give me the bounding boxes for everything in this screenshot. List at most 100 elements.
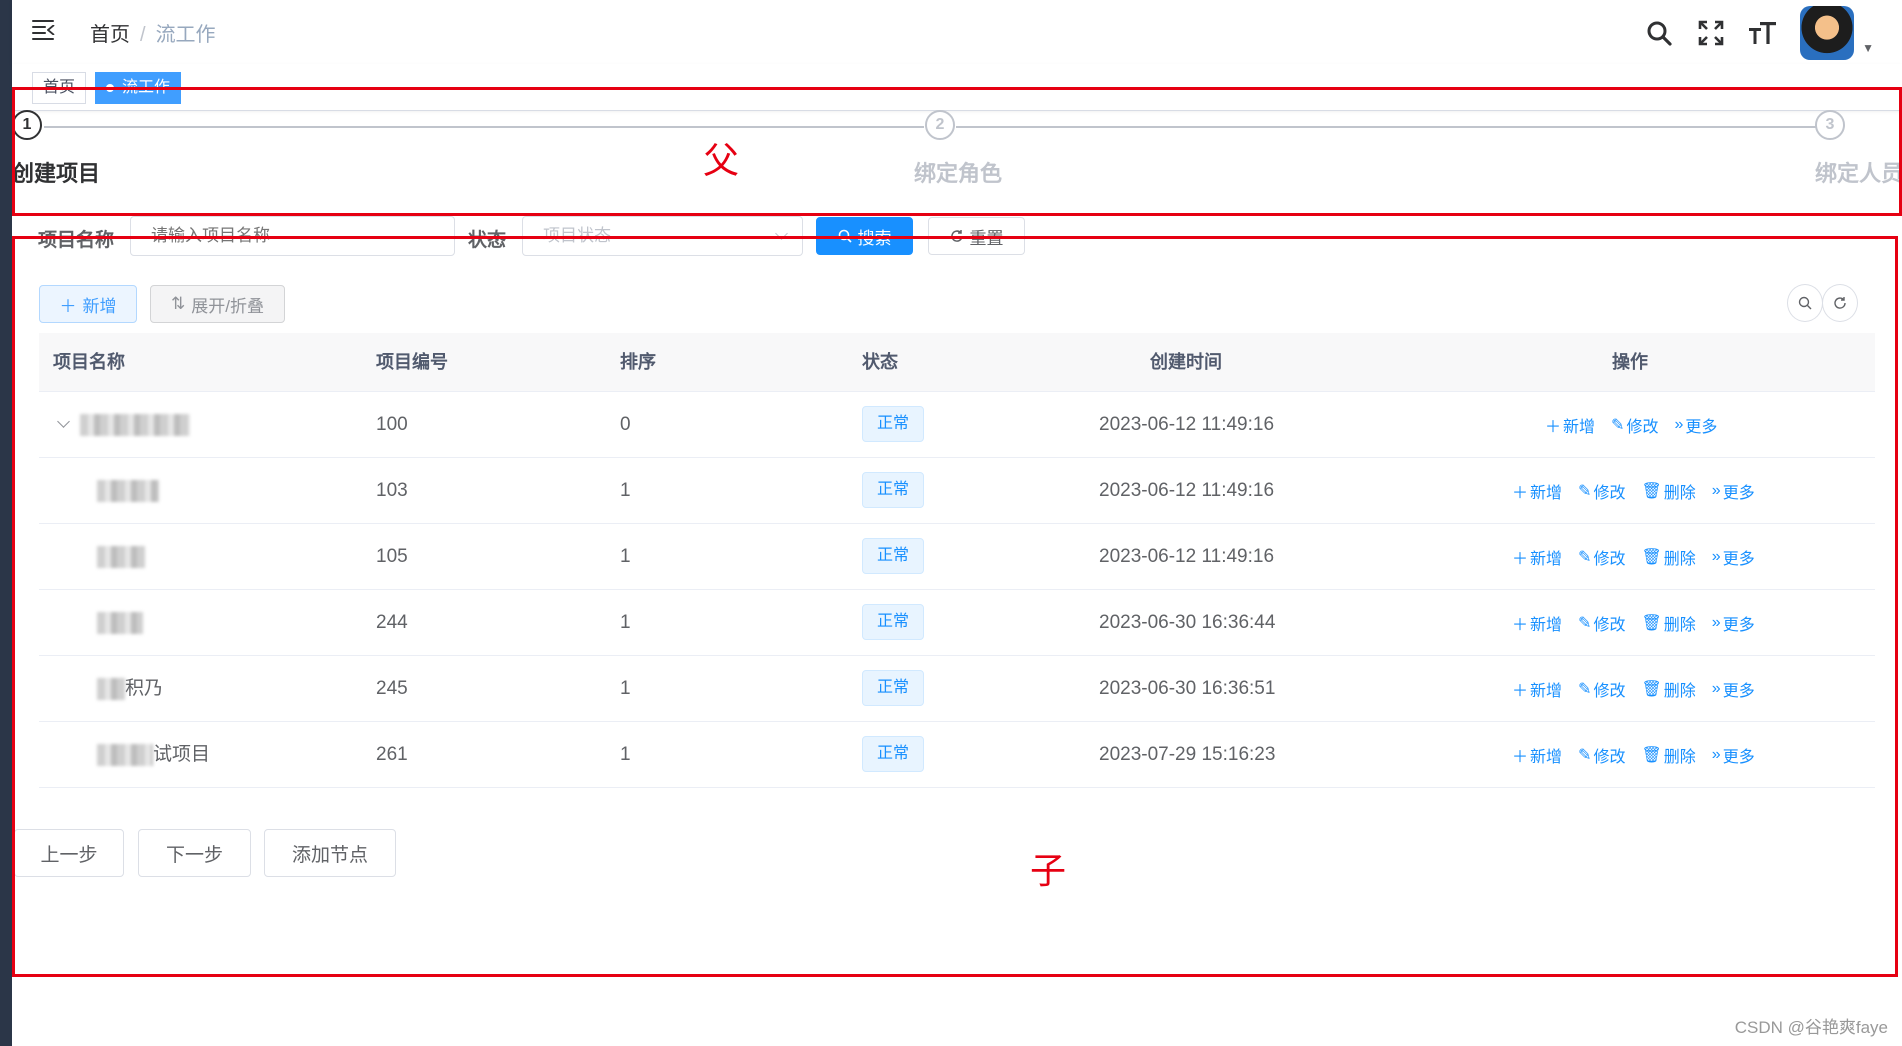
step-3-number: 3 xyxy=(1815,110,1845,140)
cell-created: 2023-06-30 16:36:44 xyxy=(1099,612,1276,633)
font-size-icon[interactable] xyxy=(1748,18,1778,48)
prev-step-button[interactable]: 上一步 xyxy=(14,829,124,877)
watermark: CSDN @谷艳爽faye xyxy=(1734,1018,1888,1037)
row-more-action[interactable]: » 更多 xyxy=(1674,413,1717,437)
row-add-label: 新增 xyxy=(1563,418,1596,436)
expand-button-label: 展开/折叠 xyxy=(191,296,264,316)
reset-button[interactable]: 重置 xyxy=(928,217,1025,255)
row-delete-action[interactable]: 🗑︎ 删除 xyxy=(1641,611,1695,635)
row-more-action[interactable]: » 更多 xyxy=(1712,611,1755,635)
toggle-search-button[interactable] xyxy=(1787,284,1823,322)
double-right-icon: » xyxy=(1711,613,1721,631)
breadcrumb: 首页 / 流工作 xyxy=(90,18,216,47)
row-edit-action[interactable]: ✎ 修改 xyxy=(1578,479,1625,503)
row-add-action[interactable]: ＋新增 xyxy=(1512,611,1562,635)
chevron-down-icon[interactable] xyxy=(57,415,70,429)
status-badge: 正常 xyxy=(862,736,925,772)
table-header: 项目名称 项目编号 排序 状态 创建时间 操作 xyxy=(39,333,1875,392)
tag-active[interactable]: 流工作 xyxy=(95,72,182,104)
cell-name xyxy=(97,458,159,523)
row-add-action[interactable]: ＋新增 xyxy=(1512,545,1562,569)
step-2-number: 2 xyxy=(925,110,955,140)
redacted-name xyxy=(80,413,190,436)
next-step-button[interactable]: 下一步 xyxy=(138,829,251,877)
step-3-title: 绑定人员 xyxy=(1815,161,1902,186)
row-edit-label: 修改 xyxy=(1593,550,1626,568)
row-delete-label: 删除 xyxy=(1663,616,1696,634)
cell-number: 244 xyxy=(376,612,408,633)
add-node-button[interactable]: 添加节点 xyxy=(264,829,396,877)
redacted-name xyxy=(97,677,125,700)
delete-icon: 🗑︎ xyxy=(1641,680,1662,698)
breadcrumb-current: 流工作 xyxy=(155,24,216,46)
row-add-label: 新增 xyxy=(1530,616,1563,634)
row-add-action[interactable]: ＋新增 xyxy=(1512,479,1562,503)
avatar[interactable] xyxy=(1800,6,1855,60)
row-edit-label: 修改 xyxy=(1593,682,1626,700)
menu-fold-icon[interactable] xyxy=(32,20,56,40)
expand-collapse-button[interactable]: ⇅ 展开/折叠 xyxy=(150,285,285,323)
refresh-button[interactable] xyxy=(1822,284,1858,322)
child-annotation-label: 子 xyxy=(1030,851,1067,892)
row-edit-action[interactable]: ✎ 修改 xyxy=(1578,545,1625,569)
cell-actions: ＋新增 ✎ 修改 » 更多 xyxy=(1545,392,1717,457)
cell-actions: ＋新增 ✎ 修改 🗑︎ 删除 » 更多 xyxy=(1512,656,1755,721)
cell-created: 2023-06-30 16:36:51 xyxy=(1099,678,1276,699)
tags-view: 首页 流工作 xyxy=(12,64,1902,111)
status-badge: 正常 xyxy=(862,604,925,640)
row-edit-label: 修改 xyxy=(1593,748,1626,766)
delete-icon: 🗑︎ xyxy=(1641,482,1662,500)
column-header-name: 项目名称 xyxy=(53,352,125,372)
row-more-action[interactable]: » 更多 xyxy=(1712,743,1755,767)
cell-name: 积乃 xyxy=(97,656,163,721)
status-select[interactable]: 项目状态 xyxy=(522,216,803,256)
row-more-label: 更多 xyxy=(1722,682,1755,700)
status-badge: 正常 xyxy=(862,406,925,442)
plus-icon: ＋ xyxy=(1512,682,1529,700)
row-edit-action[interactable]: ✎ 修改 xyxy=(1578,743,1625,767)
row-add-action[interactable]: ＋新增 xyxy=(1545,413,1595,437)
search-icon[interactable] xyxy=(1644,18,1674,48)
row-more-label: 更多 xyxy=(1722,748,1755,766)
row-more-action[interactable]: » 更多 xyxy=(1712,677,1755,701)
add-button[interactable]: ＋ 新增 xyxy=(39,285,137,323)
fullscreen-icon[interactable] xyxy=(1696,18,1726,48)
row-edit-action[interactable]: ✎ 修改 xyxy=(1578,611,1625,635)
double-right-icon: » xyxy=(1711,745,1721,763)
plus-icon: ＋ xyxy=(1512,616,1529,634)
cell-number: 100 xyxy=(376,414,408,435)
tag-home[interactable]: 首页 xyxy=(32,72,87,104)
redacted-name xyxy=(97,611,143,634)
row-edit-label: 修改 xyxy=(1626,418,1659,436)
table-row: 103 1 正常 2023-06-12 11:49:16 ＋新增 ✎ 修改 🗑︎ 删除 » 更多 xyxy=(39,458,1875,524)
row-add-action[interactable]: ＋新增 xyxy=(1512,743,1562,767)
row-more-action[interactable]: » 更多 xyxy=(1712,545,1755,569)
project-name-input[interactable] xyxy=(130,216,455,256)
cell-sort: 1 xyxy=(620,612,631,633)
row-delete-action[interactable]: 🗑︎ 删除 xyxy=(1641,545,1695,569)
edit-icon: ✎ xyxy=(1578,548,1592,566)
plus-icon: ＋ xyxy=(1512,484,1529,502)
row-delete-action[interactable]: 🗑︎ 删除 xyxy=(1641,479,1695,503)
cell-sort: 0 xyxy=(620,414,631,435)
delete-icon: 🗑︎ xyxy=(1641,746,1662,764)
row-delete-action[interactable]: 🗑︎ 删除 xyxy=(1641,677,1695,701)
table-row: 105 1 正常 2023-06-12 11:49:16 ＋新增 ✎ 修改 🗑︎ 删除 » 更多 xyxy=(39,524,1875,590)
row-more-label: 更多 xyxy=(1685,418,1718,436)
row-add-label: 新增 xyxy=(1530,748,1563,766)
table-row: 244 1 正常 2023-06-30 16:36:44 ＋新增 ✎ 修改 🗑︎ 删除 » 更多 xyxy=(39,590,1875,656)
row-edit-action[interactable]: ✎ 修改 xyxy=(1578,677,1625,701)
row-more-action[interactable]: » 更多 xyxy=(1712,479,1755,503)
row-delete-action[interactable]: 🗑︎ 删除 xyxy=(1641,743,1695,767)
chevron-down-icon xyxy=(775,227,788,240)
row-more-label: 更多 xyxy=(1722,616,1755,634)
double-right-icon: » xyxy=(1711,679,1721,697)
search-button[interactable]: 搜索 xyxy=(816,217,913,255)
row-edit-action[interactable]: ✎ 修改 xyxy=(1611,413,1658,437)
redacted-name xyxy=(97,743,153,766)
row-add-action[interactable]: ＋新增 xyxy=(1512,677,1562,701)
step-1-number: 1 xyxy=(12,110,42,140)
breadcrumb-home[interactable]: 首页 xyxy=(90,24,130,46)
cell-sort: 1 xyxy=(620,678,631,699)
chevron-down-icon[interactable]: ▼ xyxy=(1862,41,1874,55)
